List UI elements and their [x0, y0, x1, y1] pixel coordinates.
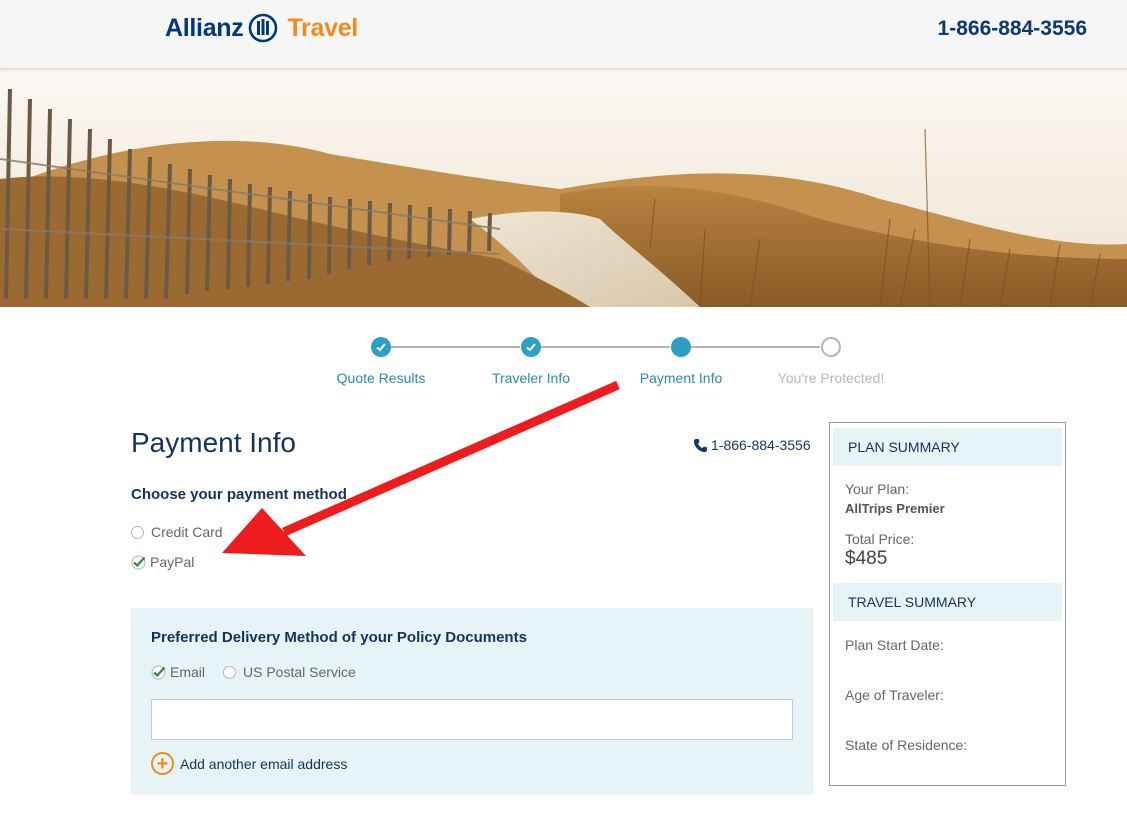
- add-email-button[interactable]: + Add another email address: [151, 752, 347, 775]
- progress-stepper: Quote Results Traveler Info Payment Info…: [0, 335, 1127, 395]
- site-header: Allianz Travel 1-866-884-3556: [0, 0, 1127, 69]
- step-label-payment-info: Payment Info: [639, 370, 723, 386]
- inline-phone-link[interactable]: 1-866-884-3556: [693, 437, 811, 453]
- credit-card-radio[interactable]: [131, 525, 144, 539]
- state-of-residence-label: State of Residence:: [845, 737, 968, 753]
- paypal-label: PayPal: [150, 554, 195, 570]
- step-quote-results-check-icon: [371, 337, 391, 357]
- credit-card-label: Credit Card: [151, 524, 223, 540]
- step-payment-info-dot-icon: [671, 337, 691, 357]
- step-connector: [540, 346, 670, 348]
- step-traveler-info-check-icon: [521, 337, 541, 357]
- step-label-traveler-info[interactable]: Traveler Info: [456, 370, 606, 386]
- step-connector: [690, 346, 820, 348]
- delivery-method-panel: Preferred Delivery Method of your Policy…: [131, 608, 813, 795]
- payment-option-credit-card[interactable]: Credit Card: [131, 524, 223, 540]
- email-option-label: Email: [170, 664, 206, 680]
- total-price-label: Total Price:: [845, 531, 915, 547]
- add-circle-icon: +: [151, 752, 174, 775]
- email-selected-check-icon[interactable]: [151, 665, 166, 680]
- your-plan-label: Your Plan:: [845, 481, 910, 497]
- plan-start-date-label: Plan Start Date:: [845, 637, 944, 653]
- total-price-value: $485: [845, 548, 888, 569]
- page-title: Payment Info: [131, 427, 296, 458]
- age-of-traveler-label: Age of Traveler:: [845, 687, 944, 703]
- payment-option-paypal[interactable]: PayPal: [131, 554, 194, 570]
- your-plan-value: AllTrips Premier: [845, 501, 945, 516]
- step-youre-protected-dot-icon: [821, 337, 841, 357]
- phone-icon: [693, 438, 708, 452]
- email-address-input[interactable]: [151, 699, 793, 740]
- plan-summary-sidebar: PLAN SUMMARY Your Plan: AllTrips Premier…: [829, 422, 1066, 786]
- logo-word-allianz: Allianz: [165, 13, 244, 42]
- hero-banner-image: [0, 69, 1127, 307]
- step-label-quote-results[interactable]: Quote Results: [306, 370, 456, 386]
- delivery-method-heading: Preferred Delivery Method of your Policy…: [151, 629, 527, 646]
- postal-radio[interactable]: [223, 665, 236, 679]
- payment-method-heading: Choose your payment method: [131, 486, 347, 503]
- allianz-travel-logo[interactable]: Allianz Travel: [165, 13, 358, 43]
- paypal-selected-check-icon[interactable]: [131, 555, 146, 570]
- allianz-eagle-icon: [249, 13, 278, 43]
- logo-word-travel: Travel: [287, 13, 358, 42]
- plan-summary-header: PLAN SUMMARY: [833, 428, 1062, 466]
- header-phone-number[interactable]: 1-866-884-3556: [938, 17, 1087, 41]
- delivery-option-postal[interactable]: US Postal Service: [223, 664, 356, 680]
- step-connector: [390, 346, 520, 348]
- travel-summary-header: TRAVEL SUMMARY: [833, 583, 1062, 621]
- postal-option-label: US Postal Service: [243, 664, 356, 680]
- add-email-label: Add another email address: [180, 755, 348, 772]
- delivery-option-email[interactable]: Email: [151, 664, 205, 680]
- inline-phone-number: 1-866-884-3556: [711, 437, 811, 453]
- step-label-youre-protected: You're Protected!: [777, 370, 885, 386]
